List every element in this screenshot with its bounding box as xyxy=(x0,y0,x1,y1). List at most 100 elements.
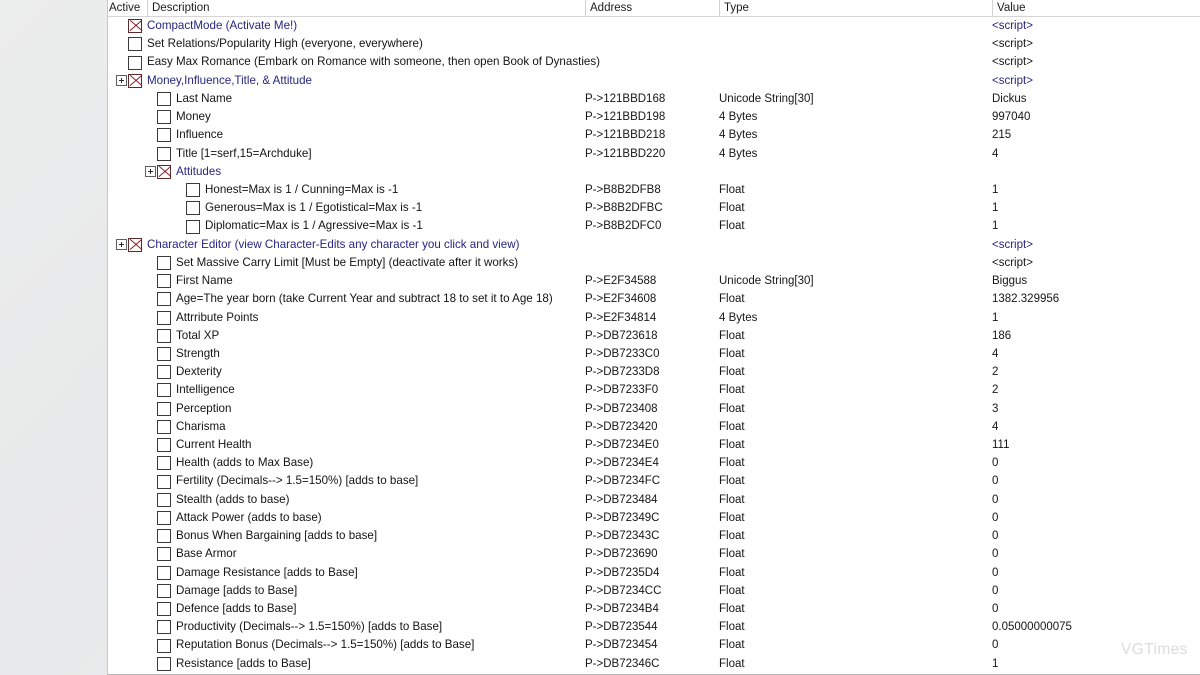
address-list-row[interactable]: Total XP P->DB723618 Float 186 xyxy=(108,327,1200,345)
address-list-row[interactable]: First Name P->E2F34588 Unicode String[30] B… xyxy=(108,272,1200,290)
activate-checkbox[interactable] xyxy=(157,511,171,526)
activate-checkbox[interactable] xyxy=(157,438,171,453)
address-list-row[interactable]: Intelligence P->DB7233F0 Float 2 xyxy=(108,381,1200,399)
address-list-row[interactable]: Easy Max Romance (Embark on Romance with… xyxy=(108,53,1200,71)
row-description-cell: Current Health xyxy=(145,436,251,454)
row-description-cell: Attrribute Points xyxy=(145,309,258,327)
activate-checkbox[interactable] xyxy=(157,602,171,617)
activate-checkbox[interactable] xyxy=(157,401,171,416)
row-description-label: Stealth (adds to base) xyxy=(176,492,290,506)
address-list-row[interactable]: Base Armor P->DB723690 Float 0 xyxy=(108,545,1200,563)
address-list-row[interactable]: Title [1=serf,15=Archduke] P->121BBD220 4 … xyxy=(108,145,1200,163)
address-list-row[interactable]: Honest=Max is 1 / Cunning=Max is -1 P->B8… xyxy=(108,181,1200,199)
row-type-cell: Unicode String[30] xyxy=(719,92,814,105)
activate-checkbox-checked[interactable] xyxy=(128,237,142,252)
activate-checkbox[interactable] xyxy=(157,638,171,653)
activate-checkbox[interactable] xyxy=(128,55,142,70)
activate-checkbox[interactable] xyxy=(157,110,171,125)
row-address-cell: P->DB723454 xyxy=(585,639,658,652)
address-list-row[interactable]: Attitudes xyxy=(108,163,1200,181)
address-list-row[interactable]: Strength P->DB7233C0 Float 4 xyxy=(108,345,1200,363)
activate-checkbox[interactable] xyxy=(157,656,171,671)
address-list-row[interactable]: Damage [adds to Base] P->DB7234CC Float 0 xyxy=(108,582,1200,600)
activate-checkbox[interactable] xyxy=(157,529,171,544)
row-type-cell: Float xyxy=(719,293,745,306)
column-header-type[interactable]: Type xyxy=(719,0,992,17)
address-list-row[interactable]: Generous=Max is 1 / Egotistical=Max is -… xyxy=(108,199,1200,217)
row-address-cell: P->DB7234B4 xyxy=(585,603,659,615)
activate-checkbox-checked[interactable] xyxy=(128,73,142,88)
address-list-row[interactable]: Fertility (Decimals--> 1.5=150%) [adds t… xyxy=(108,472,1200,490)
activate-checkbox[interactable] xyxy=(157,474,171,489)
address-list-row[interactable]: Stealth (adds to base) P->DB723484 Float 0 xyxy=(108,491,1200,509)
row-value-cell: 1 xyxy=(992,202,999,215)
row-value-cell: <script> xyxy=(992,74,1033,87)
address-list-row[interactable]: Bonus When Bargaining [adds to base] P->D… xyxy=(108,527,1200,545)
address-list-row[interactable]: Character Editor (view Character-Edits a… xyxy=(108,236,1200,254)
row-address-cell: P->E2F34608 xyxy=(585,293,657,306)
row-type-cell: Float xyxy=(719,475,745,488)
activate-checkbox[interactable] xyxy=(186,219,200,234)
row-address-cell: P->DB7234FC xyxy=(585,475,661,488)
activate-checkbox[interactable] xyxy=(157,91,171,106)
activate-checkbox[interactable] xyxy=(157,128,171,143)
address-list-row[interactable]: Last Name P->121BBD168 Unicode String[30] D… xyxy=(108,90,1200,108)
activate-checkbox[interactable] xyxy=(186,201,200,216)
column-header-active[interactable]: Active xyxy=(108,0,147,17)
row-address-cell: P->DB72346C xyxy=(585,657,660,670)
activate-checkbox[interactable] xyxy=(157,255,171,270)
row-description-cell: Generous=Max is 1 / Egotistical=Max is -… xyxy=(174,199,422,217)
activate-checkbox[interactable] xyxy=(157,620,171,635)
activate-checkbox[interactable] xyxy=(157,347,171,362)
address-list-row[interactable]: Set Relations/Popularity High (everyone,… xyxy=(108,35,1200,53)
address-list-row[interactable]: Money,Influence,Title, & Attitude <script… xyxy=(108,72,1200,90)
row-type-cell: Float xyxy=(719,584,745,597)
row-value-cell: 111 xyxy=(992,439,1010,452)
activate-checkbox-checked[interactable] xyxy=(157,164,171,179)
address-list-row[interactable]: Health (adds to Max Base) P->DB7234E4 Floa… xyxy=(108,454,1200,472)
row-description-cell: Influence xyxy=(145,126,223,144)
address-list-row[interactable]: Reputation Bonus (Decimals--> 1.5=150%) … xyxy=(108,636,1200,654)
column-header-value[interactable]: Value xyxy=(992,0,1200,17)
activate-checkbox[interactable] xyxy=(157,583,171,598)
activate-checkbox[interactable] xyxy=(157,328,171,343)
address-list-row[interactable]: Productivity (Decimals--> 1.5=150%) [add… xyxy=(108,618,1200,636)
expand-plus-icon[interactable] xyxy=(116,239,127,251)
address-list-row[interactable]: Dexterity P->DB7233D8 Float 2 xyxy=(108,363,1200,381)
address-list-row[interactable]: Influence P->121BBD218 4 Bytes 215 xyxy=(108,126,1200,144)
address-list-row[interactable]: Attack Power (adds to base) P->DB72349C Fl… xyxy=(108,509,1200,527)
address-list-row[interactable]: Set Massive Carry Limit [Must be Empty] … xyxy=(108,254,1200,272)
address-list-row[interactable]: Current Health P->DB7234E0 Float 111 xyxy=(108,436,1200,454)
address-list-row[interactable]: Damage Resistance [adds to Base] P->DB723… xyxy=(108,564,1200,582)
expand-plus-icon[interactable] xyxy=(116,75,127,87)
activate-checkbox[interactable] xyxy=(157,365,171,380)
activate-checkbox-checked[interactable] xyxy=(128,19,142,34)
activate-checkbox[interactable] xyxy=(157,146,171,161)
row-address-cell: P->DB72349C xyxy=(585,511,660,524)
address-list-row[interactable]: Money P->121BBD198 4 Bytes 997040 xyxy=(108,108,1200,126)
address-list-row[interactable]: Age=The year born (take Current Year and… xyxy=(108,290,1200,308)
activate-checkbox[interactable] xyxy=(157,292,171,307)
expand-plus-icon[interactable] xyxy=(145,166,156,178)
address-list-row[interactable]: CompactMode (Activate Me!) <script> xyxy=(108,17,1200,35)
activate-checkbox[interactable] xyxy=(157,310,171,325)
row-description-label: Damage Resistance [adds to Base] xyxy=(176,565,358,579)
activate-checkbox[interactable] xyxy=(157,419,171,434)
activate-checkbox[interactable] xyxy=(157,492,171,507)
activate-checkbox[interactable] xyxy=(157,274,171,289)
column-header-description[interactable]: Description xyxy=(147,0,585,17)
address-list-row[interactable]: Charisma P->DB723420 Float 4 xyxy=(108,418,1200,436)
address-list-row[interactable]: Perception P->DB723408 Float 3 xyxy=(108,400,1200,418)
activate-checkbox[interactable] xyxy=(157,565,171,580)
address-list-row[interactable]: Attrribute Points P->E2F34814 4 Bytes 1 xyxy=(108,309,1200,327)
activate-checkbox[interactable] xyxy=(157,383,171,398)
column-header-address[interactable]: Address xyxy=(585,0,719,17)
address-list-row[interactable]: Defence [adds to Base] P->DB7234B4 Float 0 xyxy=(108,600,1200,618)
activate-checkbox[interactable] xyxy=(157,547,171,562)
activate-checkbox[interactable] xyxy=(157,456,171,471)
address-list-row[interactable]: Resistance [adds to Base] P->DB72346C Floa… xyxy=(108,655,1200,673)
row-value-cell: 0 xyxy=(992,584,999,597)
address-list-row[interactable]: Diplomatic=Max is 1 / Agressive=Max is -… xyxy=(108,217,1200,235)
activate-checkbox[interactable] xyxy=(128,37,142,52)
activate-checkbox[interactable] xyxy=(186,183,200,198)
